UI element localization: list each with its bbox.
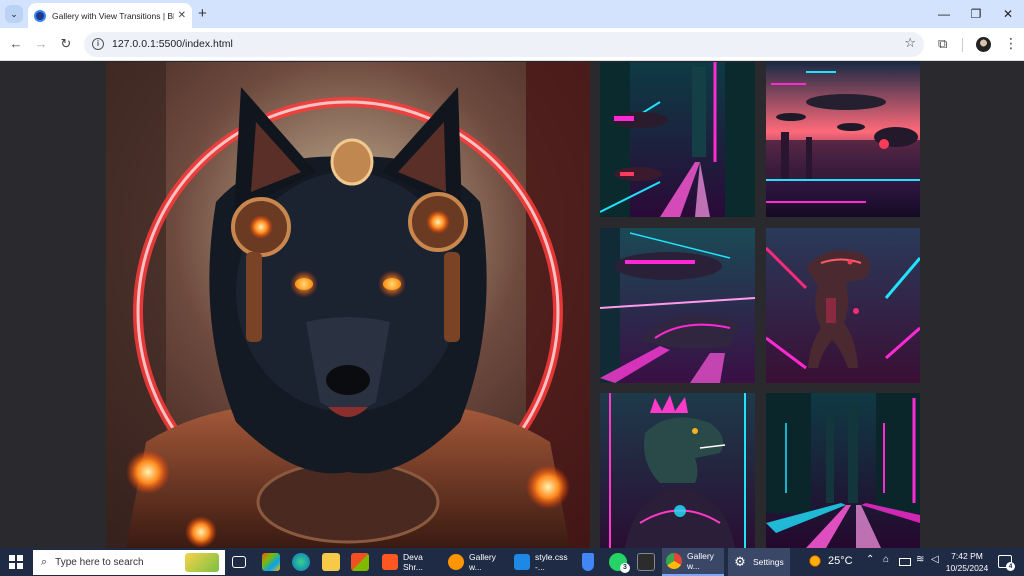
system-clock[interactable]: 7:42 PM 10/25/2024 bbox=[940, 550, 994, 574]
taskbar-app-brave[interactable]: Deva Shr... bbox=[378, 548, 440, 576]
clock-date: 10/25/2024 bbox=[945, 563, 989, 573]
taskbar-search-box[interactable]: ⌕ Type here to search bbox=[33, 550, 225, 575]
gallery-hero-image[interactable] bbox=[106, 62, 590, 548]
gallery-thumb-4[interactable] bbox=[766, 228, 920, 383]
gallery-thumb-5[interactable] bbox=[600, 393, 755, 548]
neon-trex-artwork bbox=[766, 228, 920, 383]
bookmark-star-icon[interactable]: ☆ bbox=[904, 35, 916, 51]
chrome-icon bbox=[666, 553, 682, 569]
brave-icon bbox=[382, 554, 398, 570]
whatsapp-badge: 3 bbox=[620, 563, 630, 573]
wifi-icon[interactable]: ≋ bbox=[916, 554, 924, 565]
favicon-icon bbox=[34, 9, 46, 22]
search-placeholder: Type here to search bbox=[55, 557, 144, 568]
minimize-button[interactable]: — bbox=[934, 5, 954, 23]
reload-icon[interactable]: ↻ bbox=[57, 35, 75, 53]
gallery-thumb-2[interactable] bbox=[766, 62, 920, 217]
tab-gallery[interactable]: Gallery with View Transitions | Blu ✕ bbox=[28, 3, 192, 28]
copilot-icon[interactable] bbox=[262, 553, 280, 571]
neon-highway-artwork bbox=[766, 393, 920, 548]
windows-start-icon[interactable] bbox=[9, 555, 23, 569]
tab-title: Gallery with View Transitions | Blu bbox=[52, 10, 174, 21]
volume-icon[interactable]: ◁ bbox=[931, 554, 939, 565]
new-tab-button[interactable]: + bbox=[198, 5, 207, 23]
gear-icon: ⚙ bbox=[734, 554, 746, 569]
gallery-thumb-1[interactable] bbox=[600, 62, 755, 217]
vscode-icon bbox=[514, 554, 530, 570]
sunset-skyline-artwork bbox=[766, 62, 920, 217]
temperature: 25°C bbox=[828, 555, 853, 567]
neon-blimp-artwork bbox=[600, 228, 755, 383]
taskbar-app-label: Gallery w... bbox=[687, 551, 714, 571]
firefox-icon bbox=[448, 554, 464, 570]
close-tab-icon[interactable]: ✕ bbox=[178, 10, 186, 21]
clock-time: 7:42 PM bbox=[951, 551, 983, 561]
search-highlight-image bbox=[185, 553, 219, 572]
taskbar-app-firefox[interactable]: Gallery w... bbox=[444, 548, 506, 576]
taskbar-app-chrome[interactable]: Gallery w... bbox=[662, 548, 724, 576]
task-view-icon[interactable] bbox=[232, 556, 246, 568]
extensions-puzzle-icon[interactable]: ⧉ bbox=[938, 36, 947, 52]
file-explorer-icon[interactable] bbox=[322, 553, 340, 571]
forward-arrow-icon[interactable]: → bbox=[32, 35, 50, 53]
taskbar-app-label: style.css -... bbox=[535, 552, 568, 572]
profile-avatar[interactable] bbox=[976, 37, 991, 52]
taskbar-app-label: Deva Shr... bbox=[403, 552, 423, 572]
tab-strip: ⌄ Gallery with View Transitions | Blu ✕ … bbox=[0, 0, 1024, 28]
site-info-icon[interactable]: i bbox=[92, 38, 104, 50]
punk-lizard-artwork bbox=[600, 393, 755, 548]
wolf-artwork bbox=[106, 62, 590, 548]
terminal-icon[interactable] bbox=[637, 553, 655, 571]
notification-count: 4 bbox=[1006, 562, 1015, 571]
windows-taskbar: ⌕ Type here to search Deva Shr... Galler… bbox=[0, 548, 1024, 576]
chevron-up-icon[interactable]: ⌃ bbox=[866, 554, 874, 565]
neon-city-artwork bbox=[600, 62, 755, 217]
restore-button[interactable]: ❐ bbox=[966, 5, 986, 23]
battery-icon[interactable] bbox=[899, 558, 911, 566]
close-window-button[interactable]: ✕ bbox=[998, 5, 1018, 23]
taskbar-app-label: Gallery w... bbox=[469, 552, 496, 572]
page-viewport bbox=[0, 62, 1024, 548]
address-bar[interactable]: i 127.0.0.1:5500/index.html ☆ bbox=[84, 32, 924, 57]
shield-icon[interactable] bbox=[582, 553, 594, 571]
taskbar-app-label: Settings bbox=[753, 557, 784, 567]
weather-widget[interactable]: 25°C bbox=[808, 554, 853, 568]
taskbar-app-vscode[interactable]: style.css -... bbox=[510, 548, 576, 576]
weather-sun-icon bbox=[808, 554, 822, 568]
back-arrow-icon[interactable]: ← bbox=[7, 35, 25, 53]
network-icon[interactable]: ⌂ bbox=[883, 554, 889, 565]
chevron-down-icon: ⌄ bbox=[10, 8, 18, 19]
gallery-thumb-6[interactable] bbox=[766, 393, 920, 548]
tab-search-button[interactable]: ⌄ bbox=[5, 5, 23, 23]
edge-icon[interactable] bbox=[292, 553, 310, 571]
gallery-thumb-3[interactable] bbox=[600, 228, 755, 383]
menu-kebab-icon[interactable]: ⋮ bbox=[1004, 35, 1018, 52]
url-text[interactable]: 127.0.0.1:5500/index.html bbox=[112, 38, 233, 50]
store-icon[interactable] bbox=[351, 553, 369, 571]
browser-toolbar: ← → ↻ i 127.0.0.1:5500/index.html ☆ bbox=[0, 28, 1024, 61]
taskbar-app-settings[interactable]: ⚙ Settings bbox=[728, 548, 790, 576]
search-icon: ⌕ bbox=[41, 556, 48, 568]
toolbar-divider bbox=[962, 38, 963, 52]
